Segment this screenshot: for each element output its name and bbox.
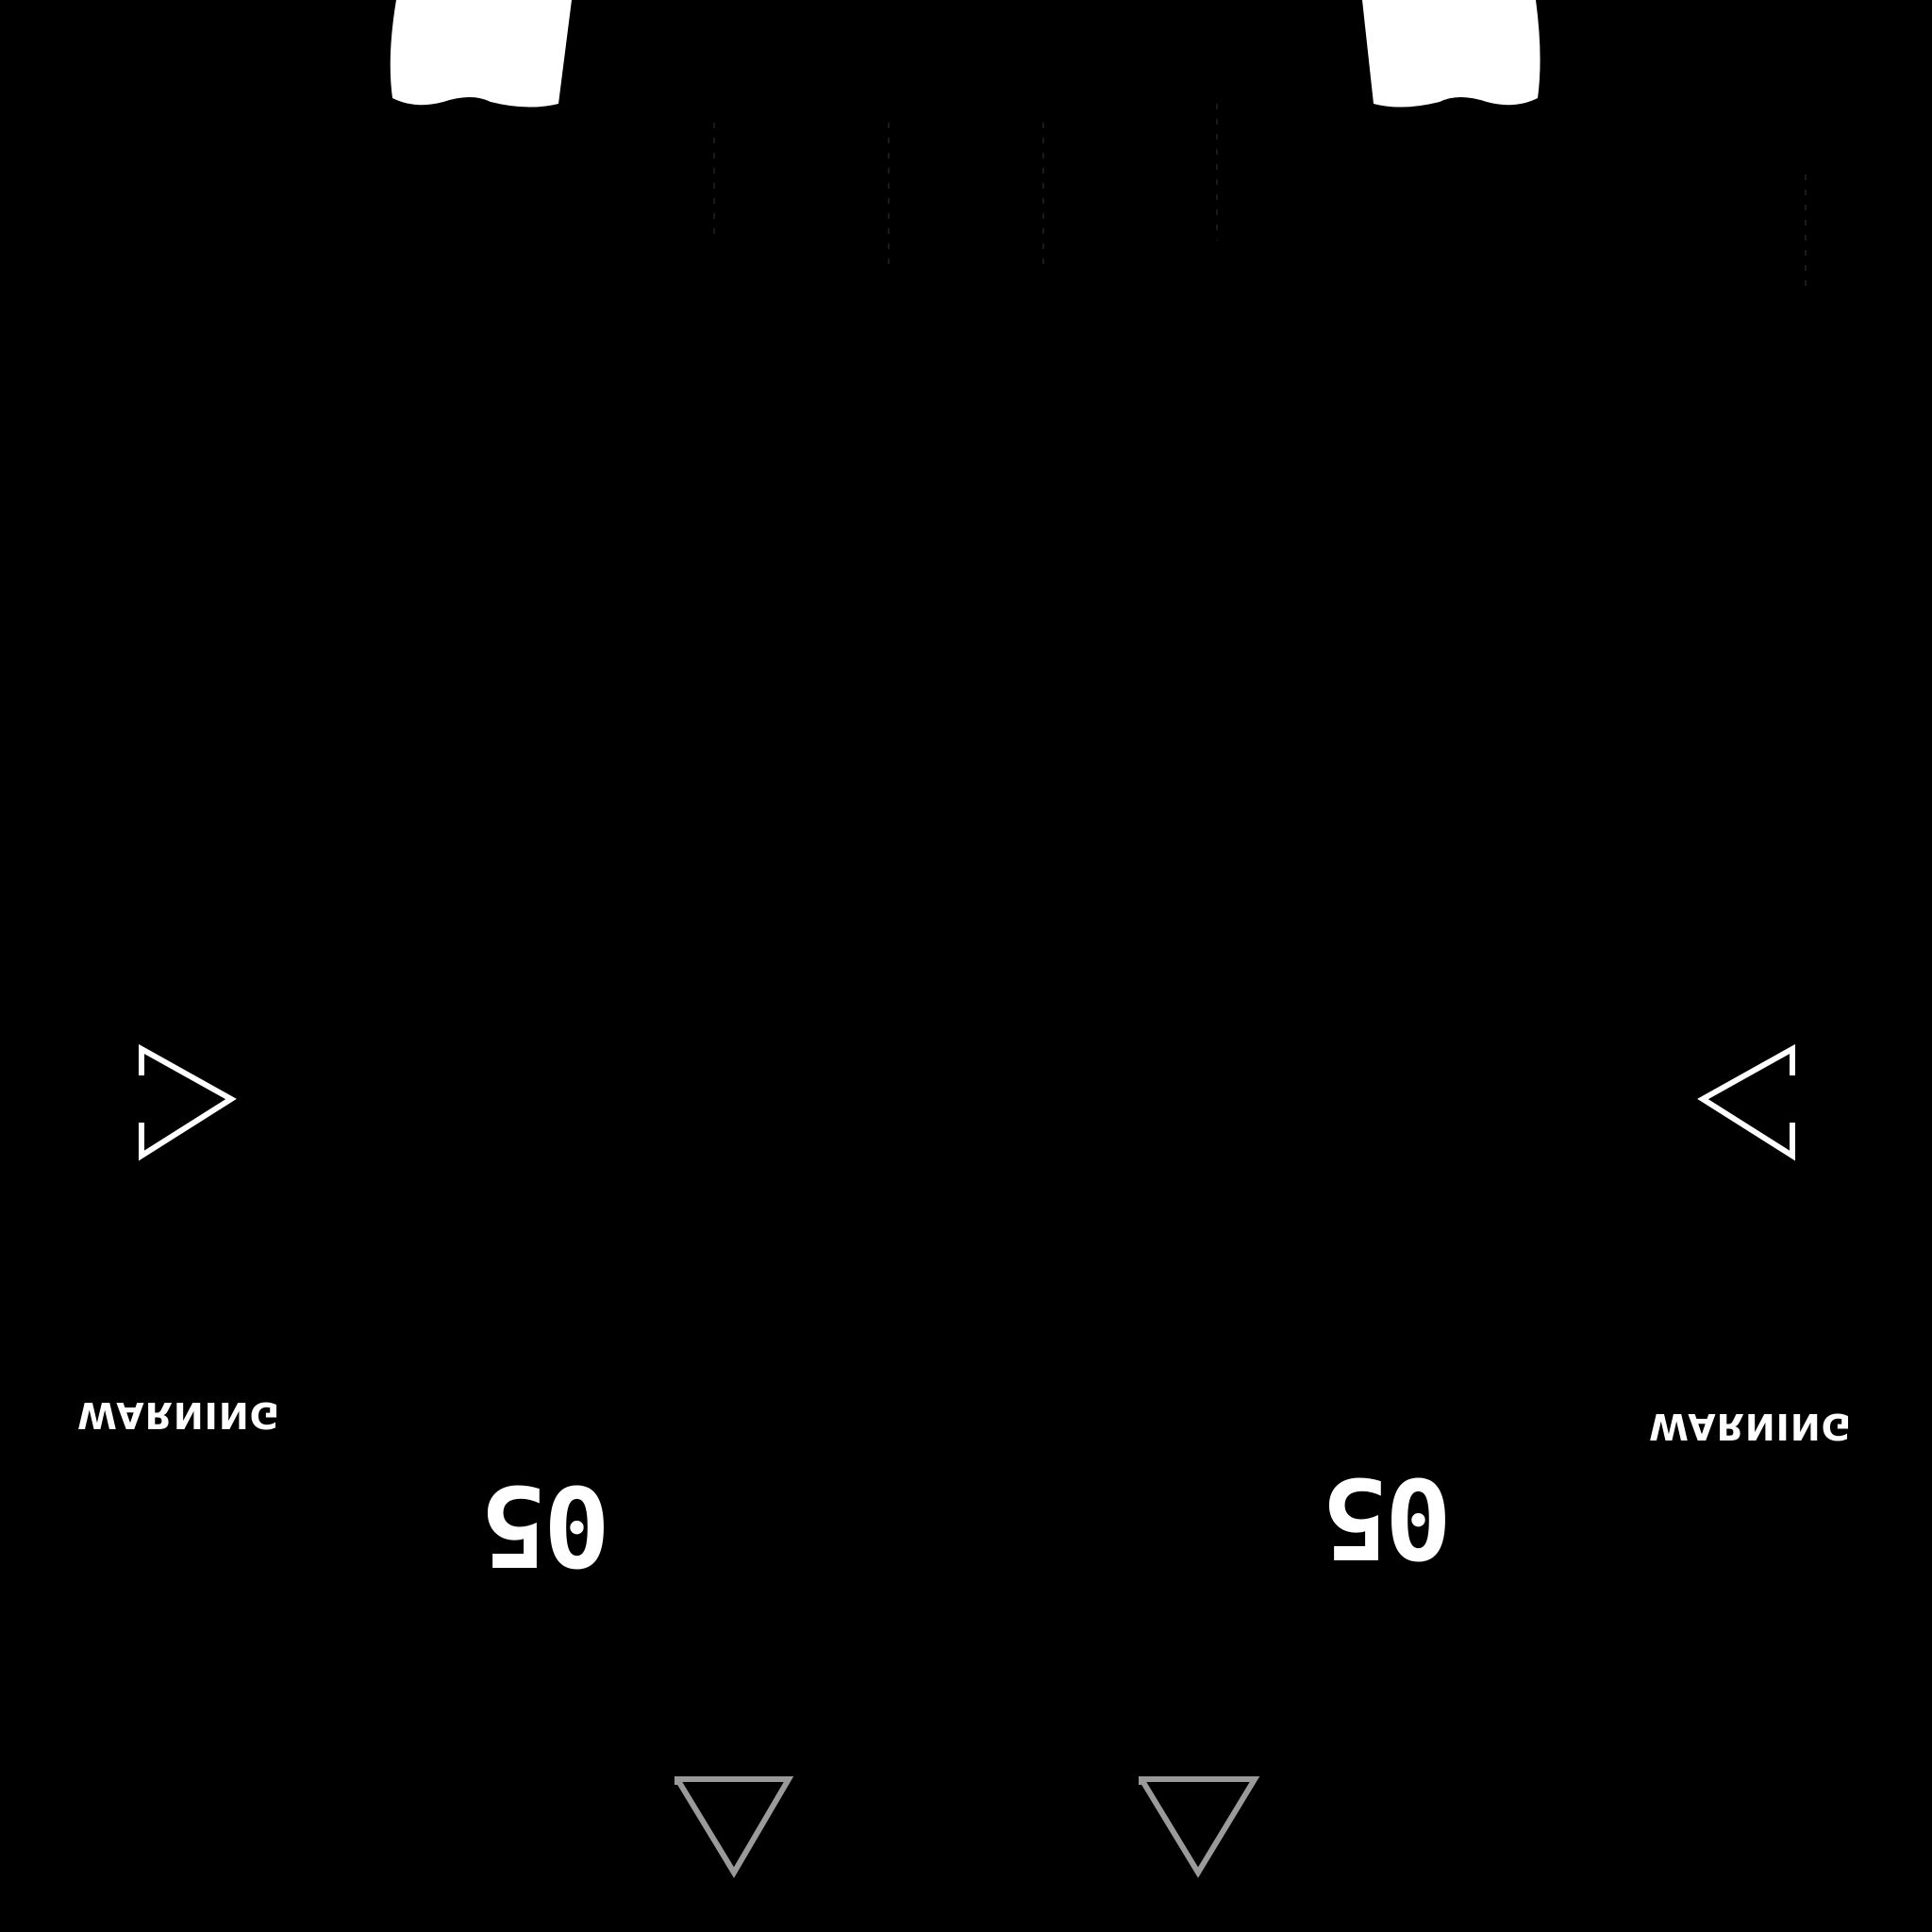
texture-shapes — [139, 0, 1807, 1878]
triangle-arrow-right-icon — [139, 1043, 237, 1161]
triangle-arrow-left-icon — [1697, 1043, 1795, 1161]
warning-label-right: WARNING — [1649, 1406, 1852, 1447]
texture-canvas: WARNING WARNING 05 05 — [0, 0, 1932, 1932]
number-label-right: 05 — [1324, 1453, 1453, 1583]
warning-label-left: WARNING — [77, 1394, 280, 1436]
seam-lines — [713, 104, 1807, 292]
triangle-arrow-down-icon — [675, 1776, 794, 1878]
number-label-left: 05 — [483, 1460, 611, 1591]
sleeve-cuff-left — [390, 0, 572, 108]
triangle-arrow-down-icon — [1139, 1776, 1260, 1878]
sleeve-cuff-right — [1362, 0, 1541, 108]
